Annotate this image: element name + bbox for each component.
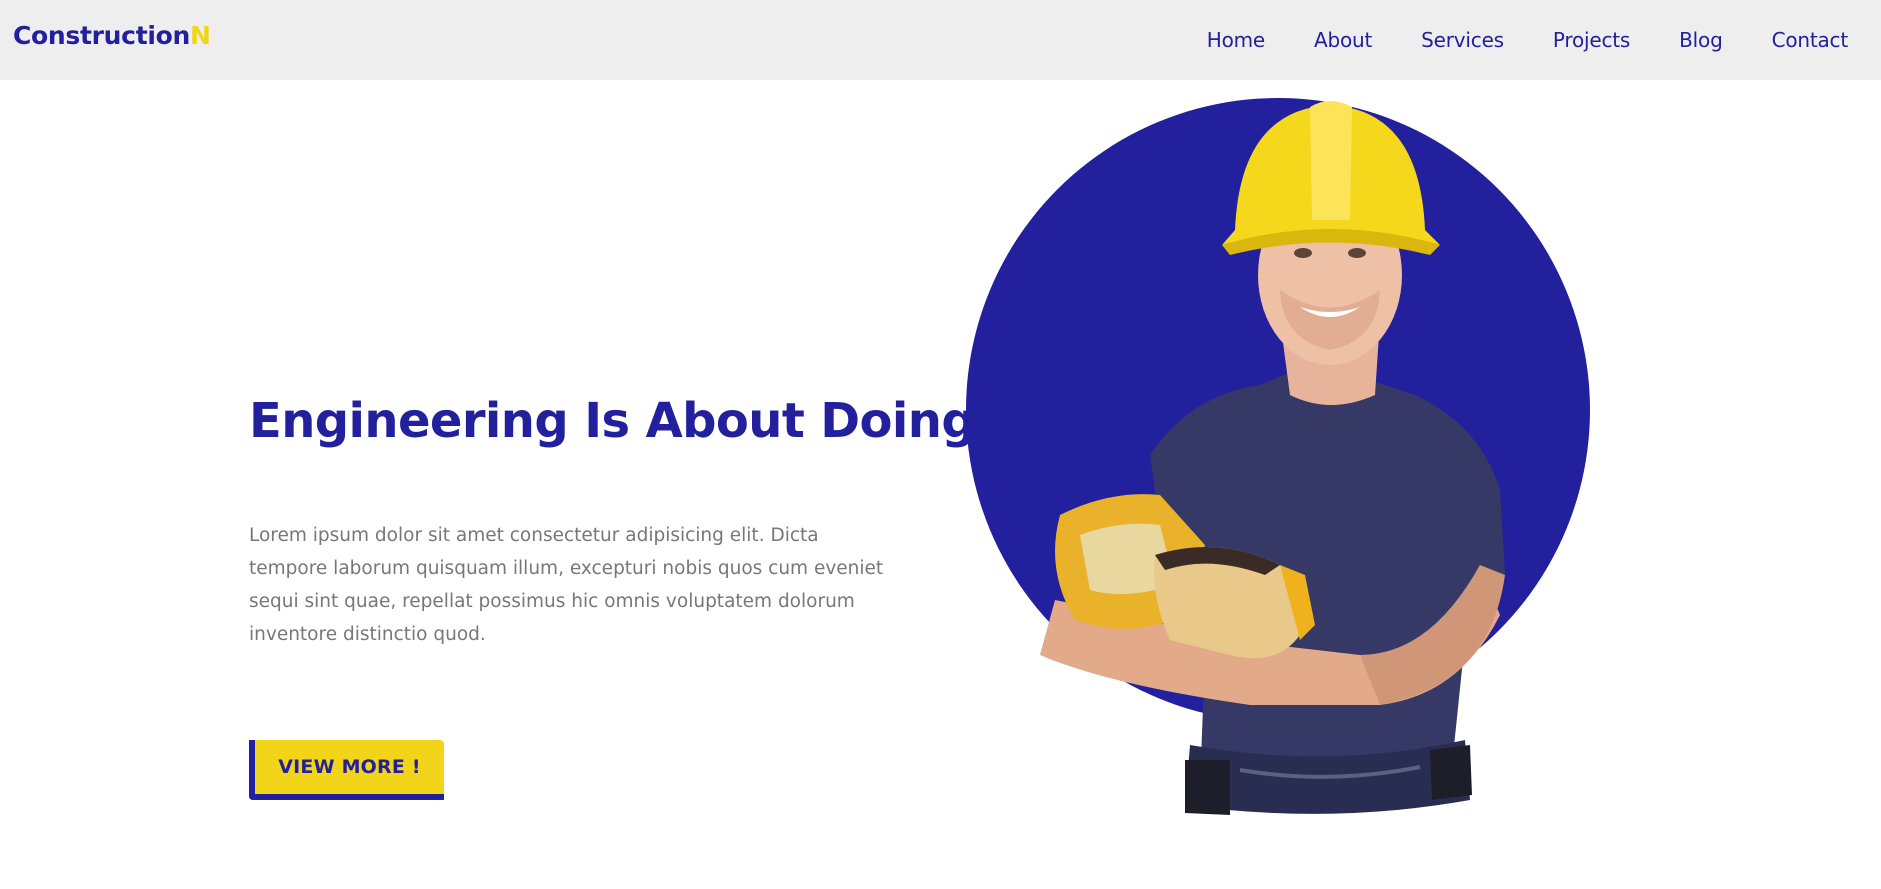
hero-description: Lorem ipsum dolor sit amet consectetur a… xyxy=(249,525,884,645)
navbar: ConstructionN Home About Services Projec… xyxy=(0,0,1881,80)
nav-item-about[interactable]: About xyxy=(1314,28,1372,52)
nav-item-blog[interactable]: Blog xyxy=(1679,28,1723,52)
view-more-button[interactable]: VIEW MORE ! xyxy=(249,740,444,800)
nav-item-contact[interactable]: Contact xyxy=(1772,28,1849,52)
main-nav: Home About Services Projects Blog Contac… xyxy=(1158,28,1848,52)
hero-image xyxy=(960,95,1610,875)
nav-item-home[interactable]: Home xyxy=(1207,28,1265,52)
construction-worker-illustration-icon xyxy=(960,98,1610,875)
nav-item-projects[interactable]: Projects xyxy=(1553,28,1630,52)
nav-item-services[interactable]: Services xyxy=(1421,28,1504,52)
hero-title: Engineering Is About Doing xyxy=(249,393,976,449)
brand-accent-letter: N xyxy=(190,21,211,50)
brand-name: Construction xyxy=(13,21,190,50)
brand-logo[interactable]: ConstructionN xyxy=(13,21,211,50)
